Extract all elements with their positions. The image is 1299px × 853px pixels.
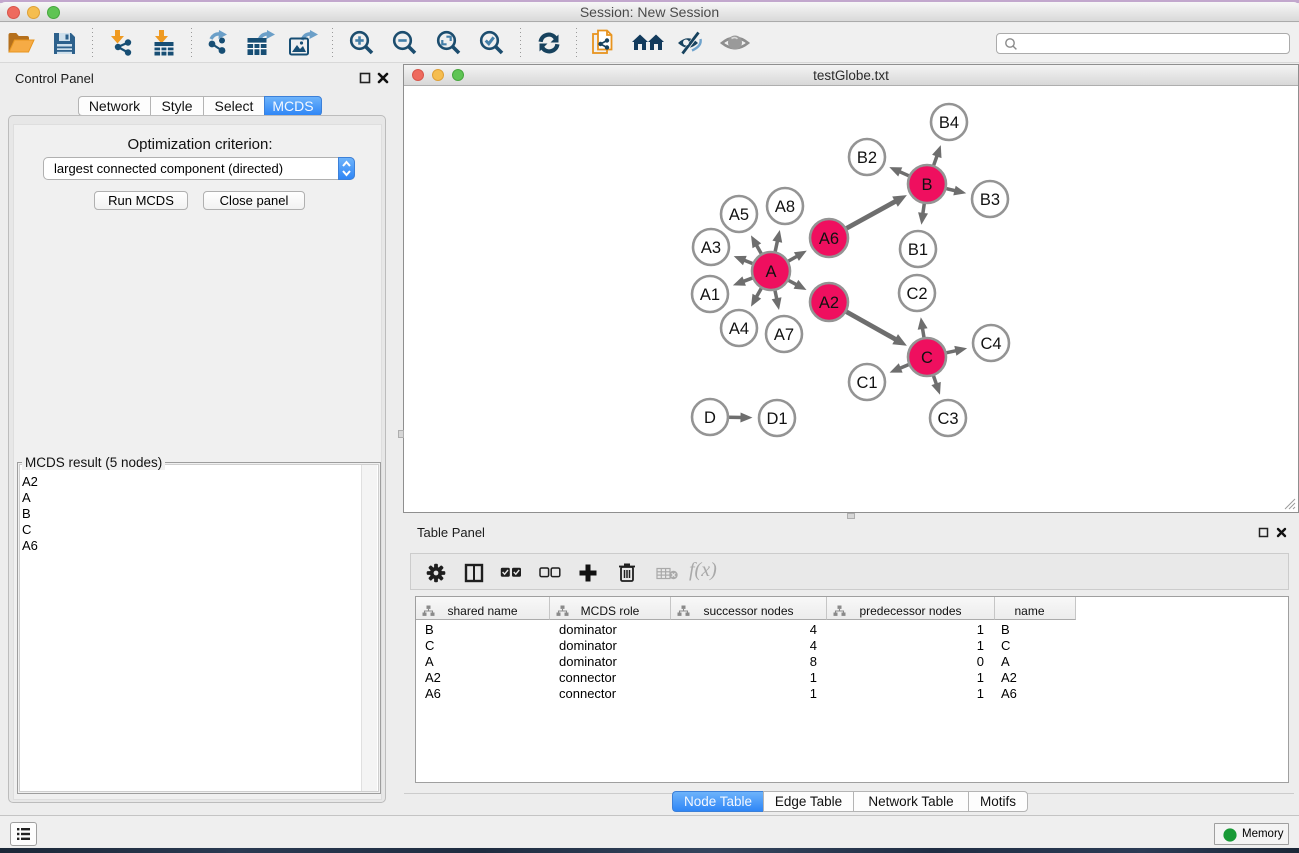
svg-text:C2: C2 (906, 285, 927, 303)
svg-text:A6: A6 (819, 230, 839, 248)
svg-text:D1: D1 (766, 410, 787, 428)
svg-text:B1: B1 (908, 241, 928, 259)
svg-text:A2: A2 (819, 294, 839, 312)
svg-text:A4: A4 (729, 320, 749, 338)
svg-text:B3: B3 (980, 191, 1000, 209)
svg-text:C4: C4 (980, 335, 1001, 353)
svg-text:C3: C3 (937, 410, 958, 428)
svg-text:A8: A8 (775, 198, 795, 216)
svg-text:C: C (921, 349, 933, 367)
svg-text:C1: C1 (856, 374, 877, 392)
svg-text:A1: A1 (700, 286, 720, 304)
svg-text:B: B (921, 176, 932, 194)
svg-text:A5: A5 (729, 206, 749, 224)
svg-text:B2: B2 (857, 149, 877, 167)
svg-text:A3: A3 (701, 239, 721, 257)
svg-text:A: A (765, 263, 776, 281)
svg-text:B4: B4 (939, 114, 959, 132)
svg-text:A7: A7 (774, 326, 794, 344)
svg-text:D: D (704, 409, 716, 427)
